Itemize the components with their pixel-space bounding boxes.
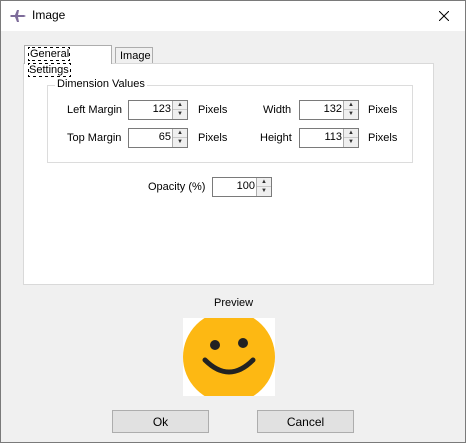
height-value[interactable]: 113 [302,131,342,143]
tab-general-settings[interactable]: General Settings [24,45,112,77]
ok-button[interactable]: Ok [112,410,209,433]
spin-up-icon[interactable]: ▲ [344,129,358,138]
width-unit: Pixels [368,104,398,116]
opacity-spinner[interactable]: 100 ▲ ▼ [212,177,272,197]
spin-up-icon[interactable]: ▲ [173,101,187,110]
image-dialog: Image General Settings Image Dimension V… [0,0,466,443]
width-label: Width [263,104,292,116]
top-margin-unit: Pixels [198,132,228,144]
top-margin-value[interactable]: 65 [131,131,171,143]
left-margin-value[interactable]: 123 [131,103,171,115]
opacity-label: Opacity (%) [148,181,206,193]
cancel-button[interactable]: Cancel [257,410,354,433]
general-settings-panel: Dimension Values Left Margin 123 ▲ ▼ Pix… [23,63,434,285]
spin-down-icon[interactable]: ▼ [257,187,271,196]
group-title: Dimension Values [55,78,147,90]
width-spinner[interactable]: 132 ▲ ▼ [299,100,359,120]
window-title: Image [32,8,66,22]
airplane-icon [10,9,26,23]
preview-label: Preview [214,297,254,309]
tab-image[interactable]: Image [115,47,153,64]
width-value[interactable]: 132 [302,103,342,115]
spin-up-icon[interactable]: ▲ [344,101,358,110]
spin-down-icon[interactable]: ▼ [173,138,187,147]
spin-up-icon[interactable]: ▲ [173,129,187,138]
spin-down-icon[interactable]: ▼ [344,138,358,147]
dimension-values-group: Dimension Values Left Margin 123 ▲ ▼ Pix… [47,78,413,163]
close-button[interactable] [423,1,465,31]
left-margin-unit: Pixels [198,104,228,116]
height-unit: Pixels [368,132,398,144]
opacity-value[interactable]: 100 [215,180,255,192]
left-margin-label: Left Margin [67,104,123,116]
smiley-face-icon [183,311,275,403]
close-icon [439,11,449,21]
spin-down-icon[interactable]: ▼ [344,110,358,119]
left-margin-spinner[interactable]: 123 ▲ ▼ [128,100,188,120]
preview-image [183,311,275,403]
top-margin-label: Top Margin [67,132,122,144]
title-bar[interactable]: Image [1,1,465,31]
top-margin-spinner[interactable]: 65 ▲ ▼ [128,128,188,148]
height-spinner[interactable]: 113 ▲ ▼ [299,128,359,148]
height-label: Height [260,132,292,144]
spin-down-icon[interactable]: ▼ [173,110,187,119]
spin-up-icon[interactable]: ▲ [257,178,271,187]
